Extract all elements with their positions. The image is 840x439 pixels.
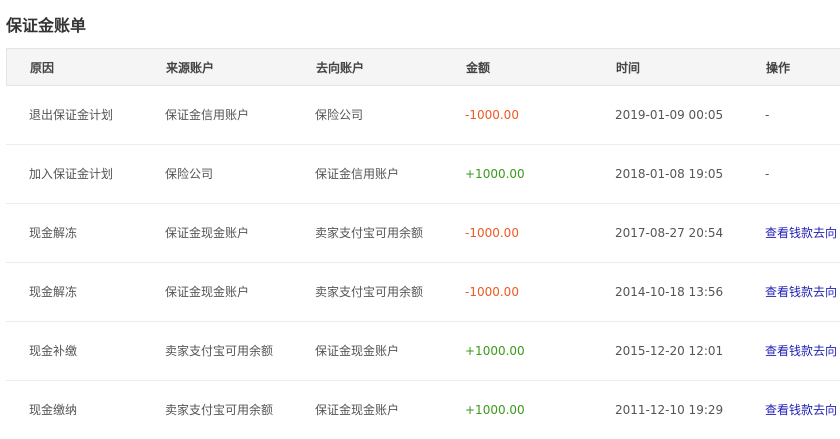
reason-cell: 现金解冻 xyxy=(29,285,78,299)
destination-account-cell: 保证金信用账户 xyxy=(315,167,400,181)
destination-account-cell: 卖家支付宝可用余额 xyxy=(315,226,424,240)
time-cell: 2017-08-27 20:54 xyxy=(615,226,724,240)
header-time: 时间 xyxy=(616,61,641,75)
source-account-cell: 保证金信用账户 xyxy=(165,108,250,122)
amount-cell: +1000.00 xyxy=(465,167,525,181)
amount-cell: -1000.00 xyxy=(465,108,519,122)
amount-cell: -1000.00 xyxy=(465,285,519,299)
action-cell: - xyxy=(765,167,770,181)
view-funds-destination-link[interactable]: 查看钱款去向 xyxy=(765,322,837,381)
destination-account-cell: 保证金现金账户 xyxy=(315,344,400,358)
header-destination-account: 去向账户 xyxy=(316,61,365,75)
header-amount: 金额 xyxy=(466,61,491,75)
time-cell: 2018-01-08 19:05 xyxy=(615,167,724,181)
action-cell: - xyxy=(765,108,770,122)
source-account-cell: 保险公司 xyxy=(165,167,214,181)
time-cell: 2015-12-20 12:01 xyxy=(615,344,724,358)
table-row: 退出保证金计划 保证金信用账户 保险公司 -1000.00 2019-01-09… xyxy=(6,86,840,145)
view-funds-destination-link[interactable]: 查看钱款去向 xyxy=(765,381,837,439)
reason-cell: 现金缴纳 xyxy=(29,403,78,417)
time-cell: 2014-10-18 13:56 xyxy=(615,285,724,299)
header-action: 操作 xyxy=(766,61,791,75)
reason-cell: 加入保证金计划 xyxy=(29,167,114,181)
view-funds-destination-link[interactable]: 查看钱款去向 xyxy=(765,263,837,322)
view-funds-destination-link[interactable]: 查看钱款去向 xyxy=(765,204,837,263)
time-cell: 2011-12-10 19:29 xyxy=(615,403,724,417)
source-account-cell: 卖家支付宝可用余额 xyxy=(165,403,274,417)
table-row: 现金缴纳 卖家支付宝可用余额 保证金现金账户 +1000.00 2011-12-… xyxy=(6,381,840,439)
table-row: 现金解冻 保证金现金账户 卖家支付宝可用余额 -1000.00 2014-10-… xyxy=(6,263,840,322)
reason-cell: 现金解冻 xyxy=(29,226,78,240)
amount-cell: +1000.00 xyxy=(465,344,525,358)
amount-cell: -1000.00 xyxy=(465,226,519,240)
source-account-cell: 保证金现金账户 xyxy=(165,285,250,299)
destination-account-cell: 保险公司 xyxy=(315,108,364,122)
header-reason: 原因 xyxy=(30,61,55,75)
reason-cell: 退出保证金计划 xyxy=(29,108,114,122)
source-account-cell: 保证金现金账户 xyxy=(165,226,250,240)
destination-account-cell: 保证金现金账户 xyxy=(315,403,400,417)
table-row: 加入保证金计划 保险公司 保证金信用账户 +1000.00 2018-01-08… xyxy=(6,145,840,204)
page-title: 保证金账单 xyxy=(6,16,87,35)
header-source-account: 来源账户 xyxy=(166,61,215,75)
time-cell: 2019-01-09 00:05 xyxy=(615,108,724,122)
deposit-bill-table: 原因 来源账户 去向账户 金额 时间 操作 退出保证金计划 保证金信用账户 保险… xyxy=(6,48,840,439)
destination-account-cell: 卖家支付宝可用余额 xyxy=(315,285,424,299)
amount-cell: +1000.00 xyxy=(465,403,525,417)
reason-cell: 现金补缴 xyxy=(29,344,78,358)
table-row: 现金补缴 卖家支付宝可用余额 保证金现金账户 +1000.00 2015-12-… xyxy=(6,322,840,381)
table-row: 现金解冻 保证金现金账户 卖家支付宝可用余额 -1000.00 2017-08-… xyxy=(6,204,840,263)
table-header: 原因 来源账户 去向账户 金额 时间 操作 xyxy=(6,48,840,86)
source-account-cell: 卖家支付宝可用余额 xyxy=(165,344,274,358)
deposit-bill-page: 保证金账单 原因 来源账户 去向账户 金额 时间 操作 退出保证金计划 保证金信… xyxy=(0,0,840,439)
